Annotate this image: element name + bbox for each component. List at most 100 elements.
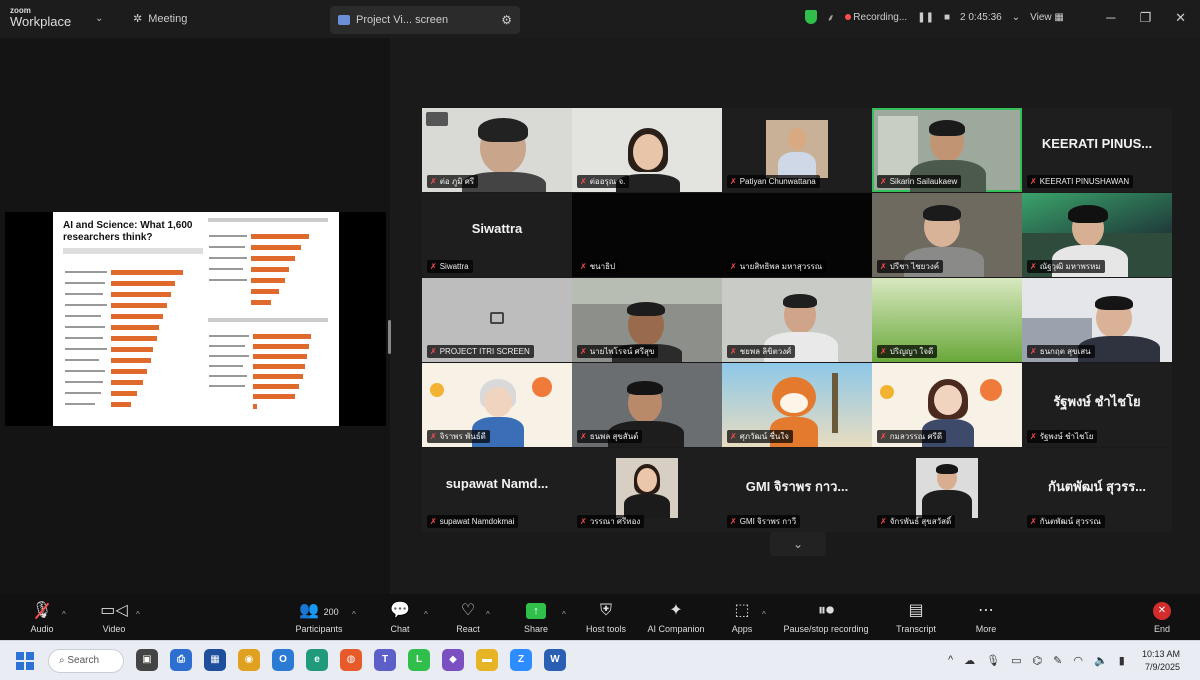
recording-indicator[interactable]: Recording... (844, 12, 907, 23)
volume-icon[interactable]: 🔈 (1094, 654, 1108, 667)
share-button[interactable]: ↑ ^ Share (496, 600, 576, 634)
participant-tile[interactable]: ✗ วรรณา ศรีทอง (572, 448, 722, 532)
shield-icon[interactable] (805, 10, 817, 24)
chevron-up-icon[interactable]: ^ (948, 654, 953, 667)
decor-circle (880, 385, 894, 399)
chevron-up-icon[interactable]: ^ (136, 604, 140, 626)
share-tab[interactable]: Project Vi... screen ⚙ (330, 6, 520, 34)
chrome-icon[interactable]: ◉ (238, 649, 260, 671)
participant-tile[interactable]: ✗ ณัฐวุฒิ มหาพรหม (1022, 193, 1172, 277)
participant-tile[interactable]: ✗ ศุภวัฒน์ ชื่นใจ (722, 363, 872, 447)
printer-app-icon[interactable]: ⎙ (170, 649, 192, 671)
pause-icon[interactable]: ❚❚ (917, 12, 934, 23)
participant-tile[interactable]: GMI จิราพร กาว... ✗ GMI จิราพร กาวี (722, 448, 872, 532)
participant-tile[interactable]: Siwattra ✗ Siwattra (422, 193, 572, 277)
restore-icon[interactable]: ❐ (1139, 10, 1151, 26)
participant-tile[interactable]: ✗ จักรพันธ์ สุขสวัสดิ์ (872, 448, 1022, 532)
windows-start-icon[interactable] (16, 652, 34, 670)
participants-button[interactable]: 👥 200 ^ Participants (274, 600, 364, 634)
participant-tile[interactable]: ✗ ต่ออรุณ จ. (572, 108, 722, 192)
chevron-down-icon[interactable]: ⌄ (1012, 12, 1020, 23)
settings-icon[interactable]: ⚙ (501, 13, 512, 27)
transcript-button[interactable]: ▤ Transcript (876, 600, 956, 634)
label-line (209, 355, 249, 357)
pause-stop-recording-button[interactable]: ⏸⏺ Pause/stop recording (778, 600, 874, 634)
chevron-up-icon[interactable]: ^ (762, 604, 766, 626)
microphone-icon[interactable]: 🎙 (986, 654, 1000, 667)
participant-count[interactable]: 2 0:45:36 (960, 12, 1002, 23)
participant-tile[interactable]: ✗ นายสิทธิพล มหาสุวรรณ (722, 193, 872, 277)
participant-tile[interactable]: ✗ ชนาธิป (572, 193, 722, 277)
taskbar-apps: ▣ ⎙ ▦ ◉ O e ◍ T L ◆ ▬ Z W (136, 649, 566, 671)
participant-tile[interactable]: ✗ จิราพร พันธ์ดี (422, 363, 572, 447)
participant-tile[interactable]: ✗ กมลวรรณ ศรีดี (872, 363, 1022, 447)
participant-tile[interactable]: ✗ PROJECT ITRI SCREEN (422, 278, 572, 362)
bar (251, 300, 271, 305)
participant-tile[interactable]: รัฐพงษ์ ชำไชโย ✗ รัฐพงษ์ ชำไชโย (1022, 363, 1172, 447)
copilot-icon[interactable]: ◆ (442, 649, 464, 671)
battery-icon[interactable]: ▮ (1119, 654, 1125, 667)
file-explorer-icon[interactable]: ▬ (476, 649, 498, 671)
label-line (209, 365, 243, 367)
word-icon[interactable]: W (544, 649, 566, 671)
onedrive-icon[interactable]: ☁ (964, 654, 975, 667)
chevron-down-icon[interactable]: ⌄ (95, 13, 103, 24)
audio-label: Audio (30, 624, 54, 634)
network-icon[interactable]: ⌬ (1033, 654, 1043, 667)
participant-tile[interactable]: กันตพัฒน์ สุวรร... ✗ กันตพัฒน์ สุวรรณ (1022, 448, 1172, 532)
display-icon[interactable]: ▭ (1011, 654, 1021, 667)
label-line (65, 271, 107, 273)
participant-tile[interactable]: ✗ ชยพล ลิขิตวงศ์ (722, 278, 872, 362)
audio-button[interactable]: 🎙^ Audio (2, 600, 82, 634)
mic-muted-icon: ✗ (430, 177, 437, 186)
store-app-icon[interactable]: ▦ (204, 649, 226, 671)
participant-tile[interactable]: KEERATI PINUS... ✗ KEERATI PINUSHAWAN (1022, 108, 1172, 192)
chevron-up-icon[interactable]: ^ (62, 604, 66, 626)
bar (111, 336, 157, 341)
outlook-icon[interactable]: O (272, 649, 294, 671)
task-view-icon[interactable]: ▣ (136, 649, 158, 671)
participant-tile[interactable]: supawat Namd... ✗ supawat Namdokmai (422, 448, 572, 532)
participant-tile[interactable]: ✗ ปรีชา ไชยวงค์ (872, 193, 1022, 277)
participant-tile[interactable]: ✗ ต่อ ภูมิ ศรี (422, 108, 572, 192)
firefox-icon[interactable]: ◍ (340, 649, 362, 671)
chevron-up-icon[interactable]: ^ (352, 604, 356, 626)
bar (111, 369, 147, 374)
teams-icon[interactable]: T (374, 649, 396, 671)
taskbar-search[interactable]: ⌕ Search (48, 649, 124, 673)
clock-time: 10:13 AM (1142, 649, 1181, 659)
more-button[interactable]: ⋯ More (946, 600, 1026, 634)
windows-taskbar: ⌕ Search ▣ ⎙ ▦ ◉ O e ◍ T L ◆ ▬ Z W ^ ☁ 🎙… (0, 640, 1200, 680)
video-button[interactable]: ▭◁ ^ Video (74, 600, 154, 634)
apps-button[interactable]: ⬚ ^ Apps (702, 600, 782, 634)
view-button[interactable]: View ▦ (1030, 12, 1064, 23)
wifi-icon[interactable]: ◠ (1073, 654, 1083, 667)
participant-tile-speaking[interactable]: ✗ Sikarin Sailaukaew (872, 108, 1022, 192)
edge-icon[interactable]: e (306, 649, 328, 671)
stop-icon[interactable]: ■ (944, 12, 950, 23)
end-meeting-button[interactable]: ✕ End (1122, 600, 1200, 634)
participant-tile[interactable]: ✗ ธนกฤต สุขเสน (1022, 278, 1172, 362)
label-line (65, 315, 101, 317)
participant-name-tag: ✗ ชยพล ลิขิตวงศ์ (727, 345, 796, 358)
participant-name-tag: ✗ ณัฐวุฒิ มหาพรหม (1027, 260, 1105, 273)
show-more-participants-button[interactable]: ⌄ (770, 532, 826, 556)
minimize-icon[interactable]: ─ (1106, 10, 1115, 26)
panel-splitter-handle[interactable] (388, 320, 391, 354)
participant-tile[interactable]: ✗ นายไพโรจน์ ศรีสุข (572, 278, 722, 362)
participant-tile[interactable]: ✗ ธนพล สุขสันต์ (572, 363, 722, 447)
taskbar-clock[interactable]: 10:13 AM 7/9/2025 (1142, 648, 1180, 674)
bar (111, 270, 183, 275)
zoom-app-icon[interactable]: Z (510, 649, 532, 671)
participant-name: Sikarin Sailaukaew (889, 177, 958, 186)
close-icon[interactable]: ✕ (1175, 10, 1186, 26)
pen-icon[interactable]: ✎ (1053, 654, 1062, 667)
bar (111, 380, 143, 385)
participant-name: Siwattra (439, 262, 469, 271)
chevron-up-icon[interactable]: ^ (486, 604, 490, 626)
meeting-menu[interactable]: ✲ Meeting (133, 12, 187, 26)
line-app-icon[interactable]: L (408, 649, 430, 671)
participant-tile[interactable]: ✗ ปริญญา ใจดี (872, 278, 1022, 362)
participant-name-tag: ✗ นายสิทธิพล มหาสุวรรณ (727, 260, 827, 273)
participant-tile[interactable]: ✗ Patiyan Chunwattana (722, 108, 872, 192)
